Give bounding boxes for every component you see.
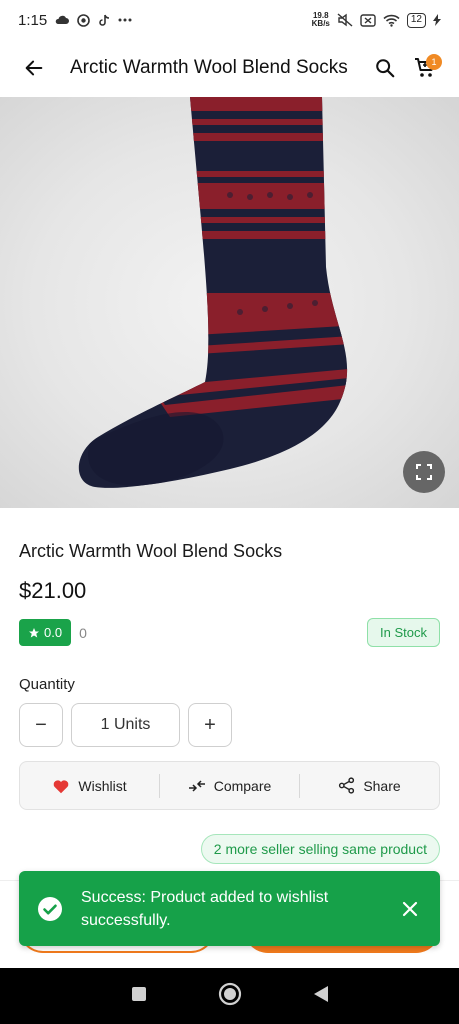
network-speed: 19.8 KB/s <box>312 12 330 28</box>
rating-row: 0.0 0 <box>19 619 87 646</box>
compare-icon <box>188 779 205 792</box>
app-notification-icon <box>77 13 91 27</box>
square-icon <box>131 986 146 1001</box>
rating-count: 0 <box>79 624 87 641</box>
home-button[interactable] <box>218 982 242 1011</box>
star-icon <box>29 627 39 637</box>
system-nav-bar <box>0 968 459 1024</box>
cart-count-badge: 1 <box>426 54 442 70</box>
compare-button[interactable]: Compare <box>160 762 299 809</box>
heart-icon <box>54 779 69 793</box>
product-price: $21.00 <box>19 578 87 603</box>
share-icon <box>339 777 355 794</box>
mute-icon <box>337 13 353 27</box>
toast-message: Success: Product added to wishlist succe… <box>81 888 329 929</box>
search-icon <box>376 59 395 78</box>
back-nav-button[interactable] <box>313 985 329 1008</box>
back-arrow-icon <box>25 60 43 76</box>
charging-icon <box>433 14 441 26</box>
fullscreen-button[interactable] <box>403 451 445 493</box>
more-notifications-icon <box>118 18 132 22</box>
wifi-icon <box>383 14 400 27</box>
product-name: Arctic Warmth Wool Blend Socks <box>19 541 283 561</box>
recents-button[interactable] <box>131 986 147 1007</box>
battery-indicator: 12 <box>406 12 426 28</box>
sock-illustration <box>78 97 348 488</box>
tiktok-icon <box>98 14 110 27</box>
status-right: 19.8 KB/s 12 <box>312 12 441 28</box>
search-button[interactable] <box>365 48 405 88</box>
success-toast: Success: Product added to wishlist succe… <box>19 871 440 946</box>
quantity-stepper: − 1 Units + <box>19 703 232 747</box>
more-sellers-link[interactable]: 2 more seller selling same product <box>200 834 440 864</box>
decrease-quantity-button[interactable]: − <box>19 703 63 747</box>
action-bar: Wishlist Compare Share <box>19 761 440 810</box>
status-left: 1:15 <box>18 12 132 29</box>
back-triangle-icon <box>313 985 328 1002</box>
wishlist-label: Wishlist <box>78 777 127 794</box>
stock-status-badge: In Stock <box>367 618 440 647</box>
network-speed-unit: KB/s <box>311 19 330 28</box>
quantity-value[interactable]: 1 Units <box>71 703 180 747</box>
toast-close-button[interactable] <box>398 897 422 921</box>
quantity-label: Quantity <box>19 676 75 693</box>
increase-quantity-button[interactable]: + <box>188 703 232 747</box>
status-time: 1:15 <box>18 11 48 29</box>
product-image[interactable] <box>0 97 459 508</box>
wishlist-button[interactable]: Wishlist <box>20 762 159 809</box>
rating-value: 0.0 <box>44 625 63 640</box>
status-bar: 1:15 19.8 KB/s 12 <box>0 0 459 40</box>
sim-off-icon <box>360 13 376 27</box>
home-circle-icon <box>218 982 241 1005</box>
page-title: Arctic Warmth Wool Blend Socks <box>70 57 348 78</box>
close-icon <box>402 901 418 916</box>
app-bar: Arctic Warmth Wool Blend Socks 1 <box>0 40 459 96</box>
share-button[interactable]: Share <box>300 762 439 809</box>
check-circle-icon <box>38 896 62 921</box>
fullscreen-icon <box>416 464 432 480</box>
cart-button[interactable]: 1 <box>405 48 445 88</box>
share-label: Share <box>363 777 401 794</box>
cloud-icon <box>55 15 70 25</box>
rating-badge[interactable]: 0.0 <box>19 619 72 646</box>
back-button[interactable] <box>14 48 54 88</box>
compare-label: Compare <box>213 777 272 794</box>
